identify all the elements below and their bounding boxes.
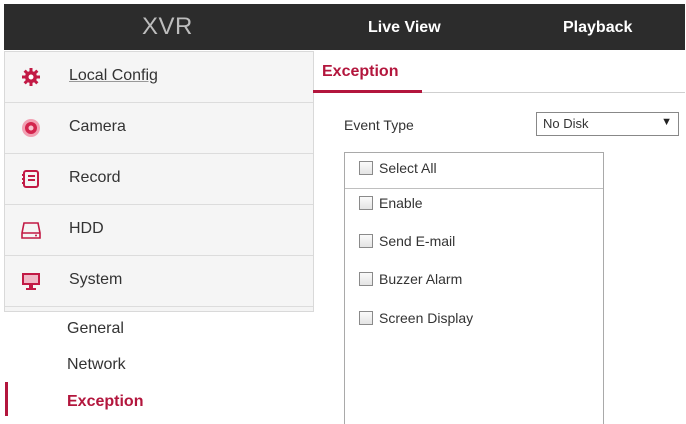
sidebar-item-record[interactable]: Record xyxy=(5,154,313,205)
gear-icon xyxy=(22,68,40,86)
buzzer-alarm-checkbox[interactable]: Buzzer Alarm xyxy=(359,270,462,288)
enable-label: Enable xyxy=(379,194,423,211)
exception-options-panel: Select All Enable Send E-mail Buzzer Ala… xyxy=(344,152,604,424)
sidebar-item-system[interactable]: System xyxy=(5,256,313,307)
tab-divider xyxy=(422,92,685,93)
screen-display-checkbox[interactable]: Screen Display xyxy=(359,309,473,327)
sidebar-item-label: Camera xyxy=(69,118,126,135)
checkbox-box[interactable] xyxy=(359,195,373,210)
hdd-icon xyxy=(21,222,41,239)
sidebar-item-label: Record xyxy=(69,169,121,186)
subitem-exception[interactable]: Exception xyxy=(67,393,143,411)
checkbox-box[interactable] xyxy=(359,160,373,175)
select-all-label: Select All xyxy=(379,159,437,176)
nav-playback[interactable]: Playback xyxy=(563,19,632,37)
active-indicator xyxy=(5,382,8,416)
sidebar-item-hdd[interactable]: HDD xyxy=(5,205,313,256)
event-type-value: No Disk xyxy=(543,116,589,131)
panel-header: Select All xyxy=(345,153,603,189)
sidebar-menu: Local Config Camera Record HDD System xyxy=(4,51,314,312)
sidebar-item-camera[interactable]: Camera xyxy=(5,103,313,154)
subitem-general[interactable]: General xyxy=(67,320,124,338)
subitem-network[interactable]: Network xyxy=(67,356,126,374)
event-type-label: Event Type xyxy=(344,117,414,133)
screen-display-label: Screen Display xyxy=(379,309,474,326)
enable-checkbox[interactable]: Enable xyxy=(359,194,423,212)
sidebar-item-label: System xyxy=(69,271,123,288)
buzzer-alarm-label: Buzzer Alarm xyxy=(379,270,463,287)
tab-underline xyxy=(313,90,422,93)
sidebar-item-label: HDD xyxy=(69,220,104,237)
record-icon xyxy=(22,170,39,188)
event-type-select[interactable]: No Disk ▼ xyxy=(536,112,679,136)
nav-live-view[interactable]: Live View xyxy=(368,19,441,37)
tab-exception[interactable]: Exception xyxy=(322,63,398,81)
checkbox-box[interactable] xyxy=(359,233,373,248)
top-bar: XVR Live View Playback xyxy=(4,4,685,50)
chevron-down-icon: ▼ xyxy=(661,116,672,128)
app-logo: XVR xyxy=(142,13,193,40)
send-email-label: Send E-mail xyxy=(379,232,456,249)
checkbox-box[interactable] xyxy=(359,310,373,325)
sidebar-item-label: Local Config xyxy=(69,67,158,84)
select-all-checkbox[interactable]: Select All xyxy=(359,159,437,177)
checkbox-box[interactable] xyxy=(359,271,373,286)
sidebar-item-local-config[interactable]: Local Config xyxy=(5,52,313,103)
camera-icon xyxy=(22,119,40,137)
send-email-checkbox[interactable]: Send E-mail xyxy=(359,232,455,250)
monitor-icon xyxy=(22,273,40,290)
